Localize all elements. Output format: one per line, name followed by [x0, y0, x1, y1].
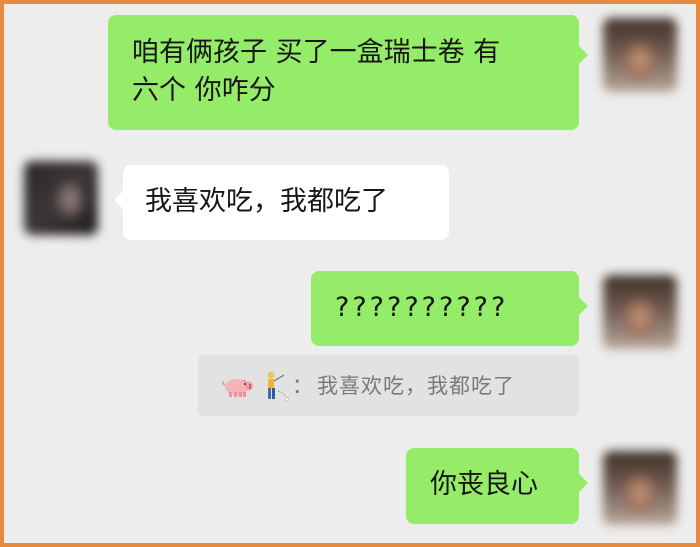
self-avatar[interactable]	[603, 18, 677, 92]
bubble-tail	[579, 46, 597, 64]
quoted-message[interactable]: ： 我喜欢吃，我都吃了	[198, 355, 579, 416]
outgoing-message-bubble[interactable]: ??????????	[311, 271, 579, 346]
message-text-line: 六个 你咋分	[132, 75, 276, 106]
bubble-tail	[579, 297, 597, 315]
self-avatar[interactable]	[603, 275, 677, 349]
bubble-tail	[105, 191, 123, 209]
outgoing-message-bubble[interactable]: 你丧良心	[406, 448, 579, 524]
message-text-line: 咱有俩孩子 买了一盒瑞士卷 有	[132, 37, 501, 68]
self-avatar[interactable]	[603, 451, 677, 525]
outgoing-message-bubble[interactable]: 咱有俩孩子 买了一盒瑞士卷 有 六个 你咋分	[108, 15, 579, 130]
contact-avatar[interactable]	[24, 161, 98, 235]
message-text: ??????????	[335, 292, 509, 323]
incoming-message-bubble[interactable]: 我喜欢吃，我都吃了	[123, 165, 449, 240]
quote-text: 我喜欢吃，我都吃了	[317, 373, 515, 398]
chat-window: 咱有俩孩子 买了一盒瑞士卷 有 六个 你咋分 我喜欢吃，我都吃了 ???????…	[4, 4, 696, 543]
message-text: 你丧良心	[430, 469, 538, 500]
bubble-tail	[579, 474, 597, 492]
pig-emoji-icon	[222, 378, 253, 397]
golfer-emoji-icon	[267, 371, 289, 401]
quote-separator: ：	[292, 373, 313, 398]
message-text: 我喜欢吃，我都吃了	[145, 186, 388, 217]
